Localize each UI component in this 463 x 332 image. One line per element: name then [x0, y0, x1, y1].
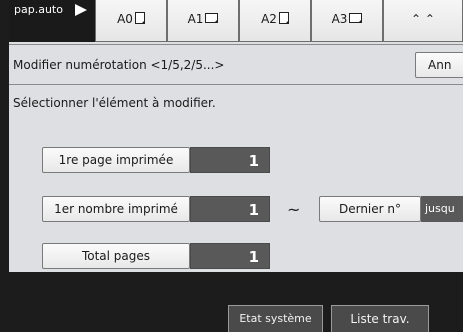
paper-size-a3-button[interactable]: A3: [311, 0, 383, 42]
until-value-box: jusqu: [421, 196, 463, 222]
total-pages-button[interactable]: Total pages: [42, 243, 190, 269]
range-separator: ~: [287, 200, 301, 219]
paper-size-label: A1: [187, 12, 204, 26]
system-status-button[interactable]: Etat système: [228, 305, 323, 332]
divider: [9, 84, 463, 85]
paper-size-a1-button[interactable]: A1: [167, 0, 239, 42]
paper-auto-label: pap.auto: [14, 3, 63, 16]
paper-size-a0-button[interactable]: A0: [95, 0, 167, 42]
portrait-page-icon: [278, 12, 289, 24]
first-page-printed-button[interactable]: 1re page imprimée: [42, 147, 190, 173]
job-list-button[interactable]: Liste trav.: [331, 305, 429, 332]
first-number-printed-button[interactable]: 1er nombre imprimé: [42, 196, 190, 222]
partial-arrow-icon: ⌃ ⌃: [411, 12, 435, 26]
copier-panel: pap.auto A0 A1 A2 A3 ⌃ ⌃ Modifier numéro…: [9, 0, 463, 272]
instruction-text: Sélectionner l'élément à modifier.: [13, 96, 216, 110]
paper-auto-button[interactable]: pap.auto: [9, 0, 95, 42]
total-pages-value: 1: [190, 243, 270, 269]
play-arrow-icon: [75, 4, 87, 16]
first-page-printed-value: 1: [190, 147, 270, 173]
paper-size-label: A0: [117, 12, 133, 26]
landscape-page-icon: [205, 13, 219, 23]
cancel-button[interactable]: Ann: [415, 52, 463, 78]
first-number-printed-value: 1: [190, 196, 270, 222]
last-number-button[interactable]: Dernier n°: [319, 196, 421, 222]
paper-size-more-button[interactable]: ⌃ ⌃: [383, 0, 463, 42]
divider: [9, 44, 463, 45]
paper-size-label: A2: [261, 12, 277, 26]
portrait-page-icon: [134, 12, 145, 24]
landscape-page-icon: [349, 13, 363, 23]
paper-size-a2-button[interactable]: A2: [239, 0, 311, 42]
dialog-title: Modifier numérotation <1/5,2/5...>: [13, 58, 225, 72]
paper-size-label: A3: [331, 12, 348, 26]
paper-size-bar: pap.auto A0 A1 A2 A3 ⌃ ⌃: [9, 0, 463, 42]
